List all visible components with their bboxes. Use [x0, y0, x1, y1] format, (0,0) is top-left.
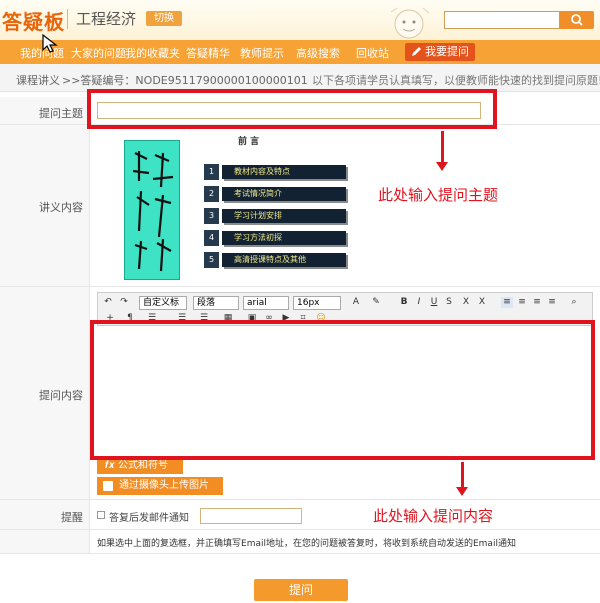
nav-recycle-bin[interactable]: 回收站: [356, 45, 389, 61]
title-highlight-box: [87, 89, 497, 129]
breadcrumb: 课程讲义 >>答疑编号：NODE95117900000100000101 以下各…: [0, 64, 600, 92]
title-arrow-head: [436, 162, 448, 171]
breadcrumb-node-id: >>答疑编号：NODE95117900000100000101: [62, 74, 308, 87]
logo[interactable]: 答疑板: [2, 6, 65, 35]
preview-heading: 前 言: [238, 137, 260, 147]
align-left-icon[interactable]: ≡: [501, 297, 513, 308]
font-color-icon[interactable]: A: [350, 297, 362, 308]
undo-icon[interactable]: ↶: [102, 297, 114, 308]
email-notify-checkbox[interactable]: [97, 511, 105, 519]
search-icon: [571, 14, 583, 26]
switch-subject-button[interactable]: 切换: [146, 11, 182, 26]
align-center-icon[interactable]: ≡: [516, 297, 528, 308]
main-nav: 我的问题 大家的问题 我的收藏夹 答疑精华 教师提示 高级搜索 回收站 我要提问: [0, 40, 600, 64]
bold-icon[interactable]: B: [398, 297, 410, 308]
preview-item: 4 学习方法初探: [204, 230, 346, 246]
preview-item: 3 学习计划安排: [204, 208, 346, 224]
formula-button[interactable]: 𝒇𝒙 公式和符号: [97, 458, 183, 474]
find-icon[interactable]: ⌕: [568, 297, 580, 308]
search-input[interactable]: [444, 11, 560, 29]
nav-all-questions[interactable]: 大家的问题: [71, 45, 126, 61]
subscript-icon[interactable]: X: [476, 297, 488, 308]
header: 答疑板 工程经济 切换: [0, 0, 600, 40]
nav-teacher-tips[interactable]: 教师提示: [240, 45, 284, 61]
camera-upload-button[interactable]: 通过摄像头上传图片: [97, 477, 223, 495]
preview-item: 5 高清授课特点及其他: [204, 252, 346, 268]
align-right-icon[interactable]: ≡: [531, 297, 543, 308]
formula-icon: 𝒇𝒙: [105, 460, 119, 471]
nav-my-favorites[interactable]: 我的收藏夹: [125, 45, 180, 61]
content-label: 提问内容: [39, 389, 83, 402]
formula-label: 公式和符号: [118, 460, 169, 471]
title-label: 提问主题: [39, 107, 83, 120]
font-family-select[interactable]: arial: [243, 296, 289, 310]
underline-icon[interactable]: U: [428, 297, 440, 308]
superscript-icon[interactable]: X: [460, 297, 472, 308]
redo-icon[interactable]: ↷: [118, 297, 130, 308]
email-notify-label: 答复后发邮件通知: [109, 513, 189, 524]
lecture-preview: 前 言 1 教材内容及特点 2 考试情况简介 3 学习计划安排 4 学习方法初探…: [120, 130, 352, 280]
preview-item: 2 考试情况简介: [204, 186, 346, 202]
pencil-icon: [412, 47, 421, 56]
submit-button[interactable]: 提问: [254, 579, 348, 601]
mascot-icon: [390, 7, 430, 39]
italic-icon[interactable]: I: [413, 297, 425, 308]
content-arrow-head: [456, 487, 468, 496]
content-arrow: [461, 462, 464, 489]
calligraphy-image: [124, 140, 180, 280]
camera-icon: [103, 481, 113, 491]
subject-name: 工程经济: [76, 10, 137, 28]
paragraph-select[interactable]: 段落: [193, 296, 239, 310]
title-hint: 此处输入提问主题: [378, 186, 499, 204]
ask-question-button[interactable]: 我要提问: [405, 43, 475, 61]
nav-essence[interactable]: 答疑精华: [186, 45, 230, 61]
title-arrow: [441, 131, 444, 164]
email-input[interactable]: [200, 508, 302, 524]
content-hint: 此处输入提问内容: [373, 507, 494, 525]
mouse-cursor-icon: [42, 34, 58, 53]
logo-divider: [67, 9, 68, 29]
font-size-select[interactable]: 16px: [293, 296, 341, 310]
nav-advanced-search[interactable]: 高级搜索: [296, 45, 340, 61]
ask-question-label: 我要提问: [425, 45, 469, 58]
strikethrough-icon[interactable]: S: [443, 297, 455, 308]
align-justify-icon[interactable]: ≡: [546, 297, 558, 308]
lecture-label: 讲义内容: [39, 201, 83, 214]
form-instruction: 以下各项请学员认真填写，以便教师能快速的找到提问原题!: [312, 74, 600, 87]
email-note: 如果选中上面的复选框，并正确填写Email地址，在您的问题被答复时，将收到系统自…: [97, 539, 516, 549]
breadcrumb-section[interactable]: 课程讲义: [16, 72, 60, 88]
camera-upload-label: 通过摄像头上传图片: [119, 480, 209, 491]
highlight-icon[interactable]: ✎: [370, 297, 382, 308]
remind-label: 提醒: [61, 511, 83, 524]
style-select[interactable]: 自定义标: [139, 296, 187, 310]
content-highlight-box: [90, 320, 595, 460]
search-button[interactable]: [560, 11, 594, 29]
preview-item: 1 教材内容及特点: [204, 164, 346, 180]
